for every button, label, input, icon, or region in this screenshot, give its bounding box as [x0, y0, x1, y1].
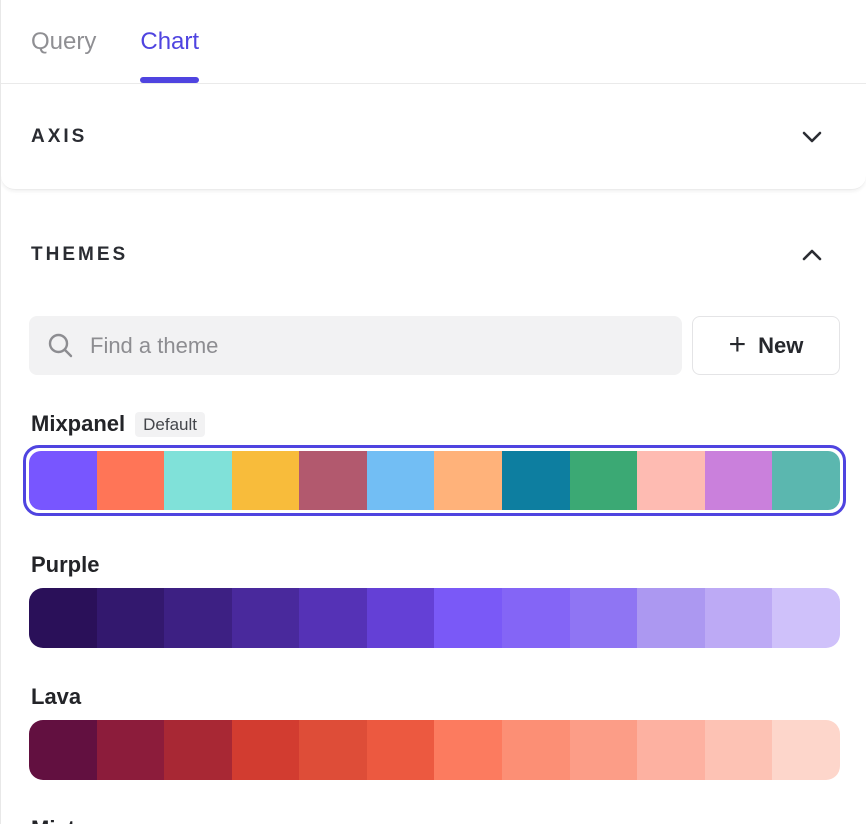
palette-swatch — [367, 720, 435, 780]
themes-section-title: THEMES — [31, 244, 128, 266]
palette-swatch — [570, 451, 638, 510]
palette-swatch — [232, 451, 300, 510]
palette-swatch — [502, 451, 570, 510]
palette-swatch — [434, 451, 502, 510]
theme-label-row: Purple — [1, 550, 866, 580]
default-badge: Default — [135, 412, 205, 437]
search-icon — [47, 332, 74, 359]
palette-swatch — [502, 720, 570, 780]
theme-label-row: Mixpanel Default — [1, 409, 866, 439]
themes-header[interactable]: THEMES — [1, 200, 866, 266]
theme-item-mixpanel: Mixpanel Default — [1, 409, 866, 516]
palette-swatch — [502, 588, 570, 648]
palette-swatch — [637, 588, 705, 648]
palette-swatch — [97, 451, 165, 510]
palette-swatch — [97, 588, 165, 648]
tab-chart-label: Chart — [140, 28, 199, 56]
theme-palette-mixpanel — [29, 451, 840, 510]
palette-swatch — [299, 451, 367, 510]
palette-swatch — [29, 720, 97, 780]
palette-swatch — [637, 451, 705, 510]
theme-name: Purple — [31, 550, 99, 580]
theme-label-row: Mist — [1, 814, 866, 824]
palette-swatch — [164, 451, 232, 510]
palette-swatch — [29, 451, 97, 510]
palette-swatch — [97, 720, 165, 780]
palette-swatch — [705, 720, 773, 780]
theme-name: Mixpanel — [31, 409, 125, 439]
tab-bar: Query Chart — [1, 0, 866, 84]
tab-query[interactable]: Query — [31, 0, 96, 83]
palette-swatch — [772, 588, 840, 648]
palette-swatch — [299, 588, 367, 648]
palette-swatch — [232, 720, 300, 780]
active-tab-underline — [140, 77, 199, 83]
palette-swatch — [164, 588, 232, 648]
tab-chart[interactable]: Chart — [140, 0, 199, 83]
section-themes: THEMES + New MixpanelDefaultPurpleLavaMi… — [1, 190, 866, 824]
theme-palette-purple[interactable] — [29, 588, 840, 648]
chevron-down-icon[interactable] — [802, 131, 822, 143]
theme-name: Lava — [31, 682, 81, 712]
theme-item-lava: Lava — [1, 682, 866, 780]
theme-search-row: + New — [29, 316, 840, 375]
chart-settings-panel: Query Chart AXIS THEMES — [0, 0, 866, 824]
palette-swatch — [570, 720, 638, 780]
palette-swatch — [164, 720, 232, 780]
palette-swatch — [705, 588, 773, 648]
palette-swatch — [434, 720, 502, 780]
palette-swatch — [367, 588, 435, 648]
palette-swatch — [29, 588, 97, 648]
selected-theme-ring[interactable] — [23, 445, 846, 516]
new-theme-button[interactable]: + New — [692, 316, 840, 375]
palette-swatch — [367, 451, 435, 510]
palette-swatch — [705, 451, 773, 510]
theme-item-mist: Mist — [1, 814, 866, 824]
axis-section-title: AXIS — [31, 126, 87, 148]
palette-swatch — [772, 720, 840, 780]
new-theme-button-label: New — [758, 333, 803, 359]
theme-label-row: Lava — [1, 682, 866, 712]
chevron-up-icon[interactable] — [802, 249, 822, 261]
palette-swatch — [232, 588, 300, 648]
theme-palette-lava[interactable] — [29, 720, 840, 780]
palette-swatch — [434, 588, 502, 648]
theme-name: Mist — [31, 814, 75, 824]
palette-swatch — [299, 720, 367, 780]
search-input[interactable] — [90, 333, 664, 359]
palette-swatch — [637, 720, 705, 780]
palette-swatch — [772, 451, 840, 510]
search-input-wrapper[interactable] — [29, 316, 682, 375]
tab-query-label: Query — [31, 28, 96, 56]
section-axis[interactable]: AXIS — [1, 84, 866, 190]
theme-list: Mixpanel Default Purple Lava Mist — [1, 409, 866, 824]
theme-item-purple: Purple — [1, 550, 866, 648]
palette-swatch — [570, 588, 638, 648]
